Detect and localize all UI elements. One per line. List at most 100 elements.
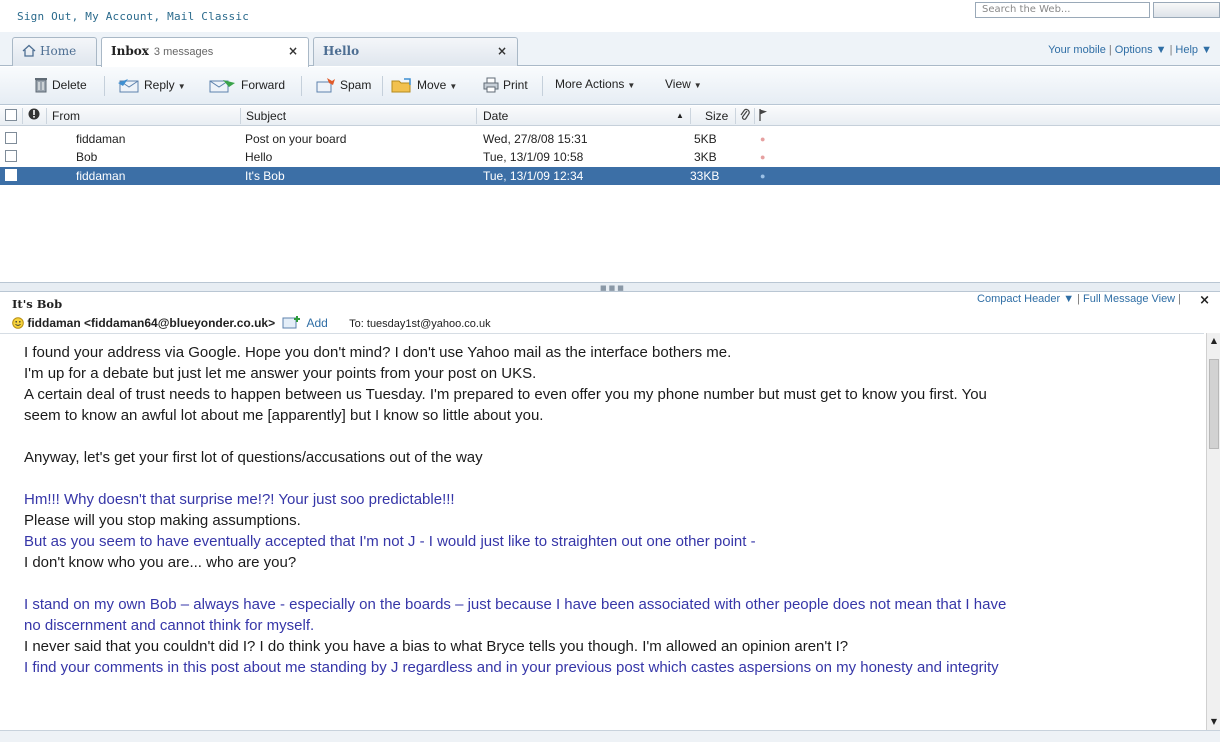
- tab-hello[interactable]: Hello ×: [313, 37, 518, 66]
- status-bar: [0, 730, 1220, 742]
- compact-header-menu[interactable]: Compact Header ▼: [977, 293, 1074, 305]
- chevron-down-icon: ▼: [1063, 293, 1075, 305]
- trash-icon: [35, 78, 47, 93]
- flag-indicator-icon[interactable]: ●: [760, 134, 765, 144]
- toolbar-divider: [382, 76, 383, 96]
- view-label: View: [665, 77, 691, 91]
- account-links: Sign Out, My Account, Mail Classic: [17, 10, 250, 23]
- preview-view-links: Compact Header ▼ | Full Message View |: [977, 293, 1181, 305]
- delete-label: Delete: [52, 78, 87, 92]
- preview-from[interactable]: fiddaman <fiddaman64@blueyonder.co.uk>: [27, 316, 275, 330]
- message-checkbox[interactable]: [5, 169, 17, 181]
- tab-inbox[interactable]: Inbox 3 messages ×: [101, 37, 309, 67]
- column-divider: [735, 108, 736, 124]
- message-scrollbar[interactable]: ▲ ▼: [1206, 333, 1220, 730]
- message-body: I found your address via Google. Hope yo…: [0, 333, 1204, 730]
- full-message-view-link[interactable]: Full Message View: [1083, 293, 1175, 305]
- preview-to: To: tuesday1st@yahoo.co.uk: [349, 318, 491, 330]
- date-column-header[interactable]: Date: [483, 109, 508, 123]
- select-all-checkbox[interactable]: [5, 109, 17, 121]
- preview-header: It's Bob fiddaman <fiddaman64@blueyonder…: [0, 293, 1220, 333]
- print-button[interactable]: Print: [483, 77, 528, 93]
- column-divider: [690, 108, 691, 124]
- chevron-down-icon: ▼: [627, 81, 636, 90]
- message-list: fiddaman Post on your board Wed, 27/8/08…: [0, 127, 1220, 282]
- size-column-header[interactable]: Size: [705, 109, 728, 123]
- message-checkbox[interactable]: [5, 132, 17, 144]
- message-size: 5KB: [694, 132, 717, 146]
- tab-home[interactable]: Home: [12, 37, 97, 66]
- your-mobile-link[interactable]: Your mobile: [1048, 44, 1106, 56]
- close-icon[interactable]: ×: [288, 38, 298, 65]
- quoted-text-line: But as you seem to have eventually accep…: [24, 533, 756, 550]
- mail-classic-link[interactable]: Mail Classic: [167, 10, 249, 23]
- grip-icon: ■■■: [600, 284, 626, 292]
- close-icon[interactable]: ×: [1199, 293, 1210, 308]
- body-text-line: I found your address via Google. Hope yo…: [24, 344, 732, 361]
- message-from: Bob: [76, 150, 98, 164]
- column-divider: [476, 108, 477, 124]
- move-button[interactable]: Move ▼: [391, 77, 457, 93]
- body-text-line: A certain deal of trust needs to happen …: [24, 386, 987, 403]
- body-text-line: I never said that you couldn't did I? I …: [24, 638, 849, 655]
- scroll-down-arrow-icon[interactable]: ▼: [1208, 716, 1220, 728]
- sign-out-link[interactable]: Sign Out: [17, 10, 72, 23]
- add-contact-link[interactable]: Add: [306, 316, 327, 330]
- help-menu[interactable]: Help ▼: [1175, 44, 1212, 56]
- quoted-text-line: I stand on my own Bob – always have - es…: [24, 596, 1007, 613]
- message-subject: It's Bob: [245, 169, 285, 183]
- home-icon: [22, 44, 36, 57]
- body-text-line: I'm up for a debate but just let me answ…: [24, 365, 537, 382]
- column-divider: [22, 108, 23, 124]
- more-actions-label: More Actions: [555, 77, 625, 91]
- move-label: Move: [417, 78, 447, 92]
- my-account-link[interactable]: My Account: [85, 10, 153, 23]
- message-size: 3KB: [694, 150, 717, 164]
- flag-indicator-icon[interactable]: ●: [760, 171, 765, 181]
- web-search-button[interactable]: [1153, 2, 1220, 18]
- forward-button[interactable]: Forward: [209, 77, 285, 93]
- print-label: Print: [503, 78, 528, 92]
- subject-column-header[interactable]: Subject: [246, 109, 286, 123]
- message-subject: Hello: [245, 150, 273, 164]
- chevron-down-icon: ▼: [449, 82, 458, 91]
- message-row-selected[interactable]: fiddaman It's Bob Tue, 13/1/09 12:34 33K…: [0, 167, 1220, 185]
- tab-inbox-count: 3 messages: [153, 46, 214, 58]
- options-menu[interactable]: Options ▼: [1115, 44, 1167, 56]
- tab-home-label: Home: [40, 44, 77, 58]
- quoted-text-line: I find your comments in this post about …: [24, 659, 999, 676]
- scroll-up-arrow-icon[interactable]: ▲: [1208, 335, 1220, 347]
- flag-indicator-icon[interactable]: ●: [760, 152, 765, 162]
- reply-button[interactable]: Reply ▼: [114, 77, 186, 93]
- chevron-down-icon: ▼: [1201, 44, 1212, 56]
- spam-button[interactable]: Spam: [316, 77, 371, 93]
- column-divider: [754, 108, 755, 124]
- body-text-line: Please will you stop making assumptions.: [24, 512, 301, 529]
- quoted-text-line: no discernment and cannot think for myse…: [24, 617, 315, 634]
- add-contact-icon[interactable]: [282, 315, 302, 329]
- message-date: Wed, 27/8/08 15:31: [483, 132, 588, 146]
- preview-subject: It's Bob: [12, 297, 63, 311]
- reply-icon: [118, 79, 139, 93]
- delete-button[interactable]: Delete: [34, 77, 87, 93]
- message-row[interactable]: Bob Hello Tue, 13/1/09 10:58 3KB ●: [0, 148, 1220, 166]
- help-label: Help: [1175, 44, 1199, 56]
- body-text-line: seem to know an awful lot about me [appa…: [24, 407, 544, 424]
- top-bar: Sign Out, My Account, Mail Classic Searc…: [0, 0, 1220, 32]
- close-icon[interactable]: ×: [497, 38, 507, 65]
- body-text-line: I don't know who you are... who are you?: [24, 554, 297, 571]
- message-checkbox[interactable]: [5, 150, 17, 162]
- pane-splitter[interactable]: ■■■: [0, 282, 1220, 292]
- priority-icon: [28, 108, 40, 120]
- scroll-thumb[interactable]: [1209, 359, 1219, 449]
- forward-label: Forward: [241, 78, 286, 92]
- message-row[interactable]: fiddaman Post on your board Wed, 27/8/08…: [0, 130, 1220, 148]
- tab-hello-label: Hello: [323, 44, 360, 58]
- view-button[interactable]: View ▼: [665, 77, 702, 91]
- more-actions-button[interactable]: More Actions ▼: [555, 77, 635, 91]
- web-search-input[interactable]: Search the Web...: [975, 2, 1150, 18]
- from-column-header[interactable]: From: [52, 109, 80, 123]
- chevron-down-icon: ▼: [177, 82, 186, 91]
